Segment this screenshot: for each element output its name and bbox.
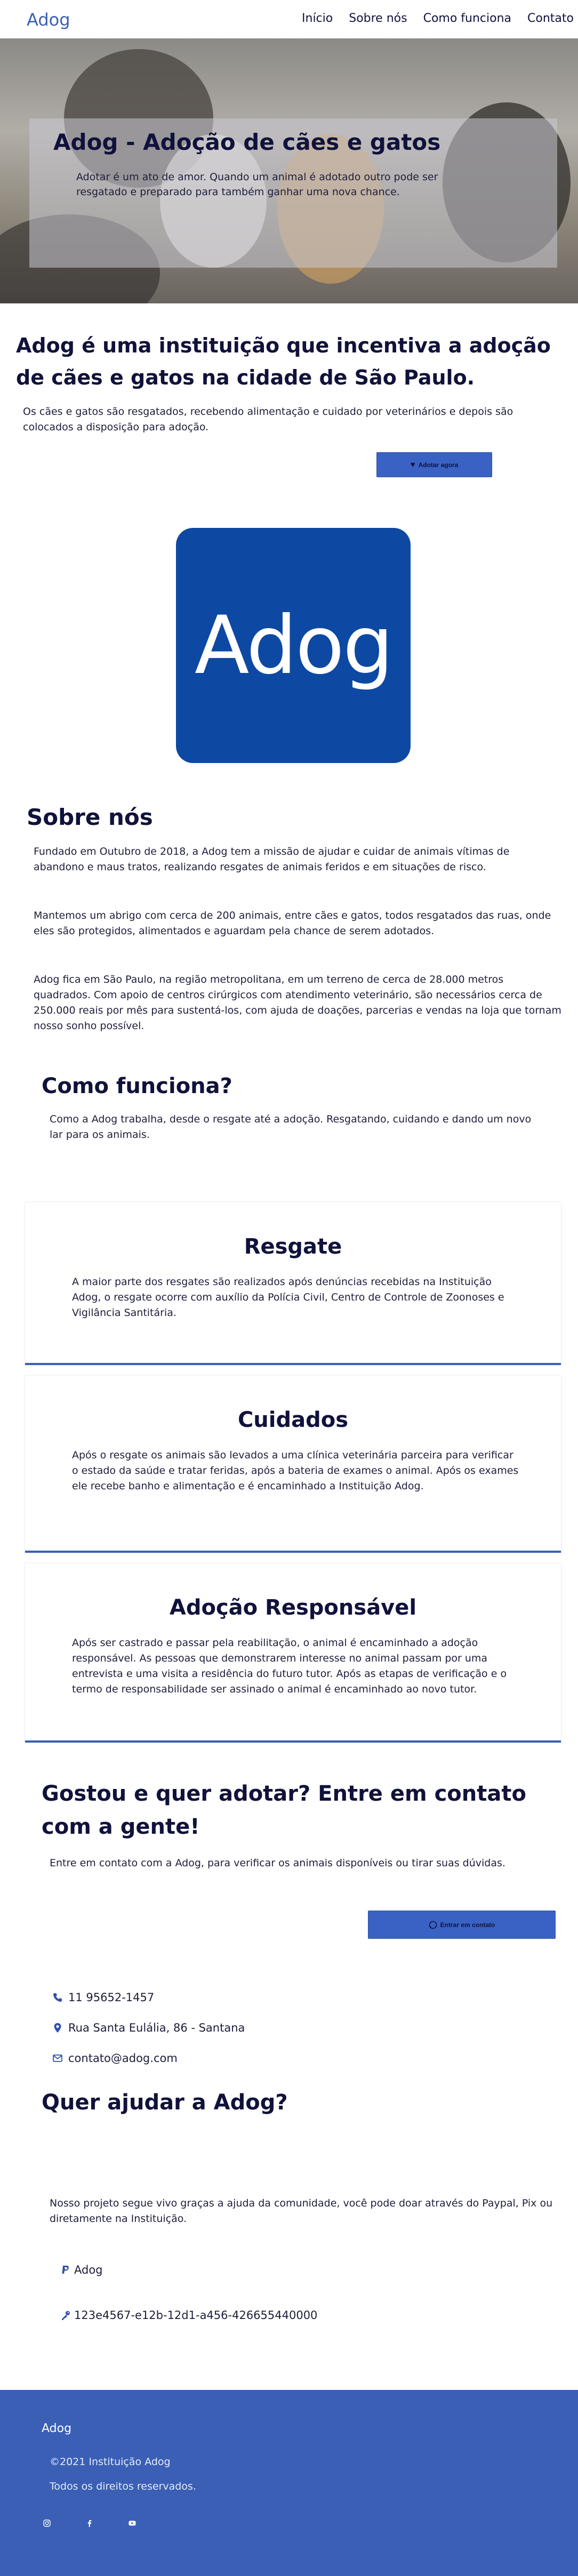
navbar: Adog Início Sobre nós Como funciona Cont… — [0, 0, 578, 38]
facebook-icon[interactable] — [84, 2518, 95, 2529]
location-icon — [54, 2023, 61, 2033]
intro-title: Adog é uma instituição que incentiva a a… — [16, 334, 551, 389]
card-title: Cuidados — [237, 1408, 349, 1432]
card-resgate: Resgate A maior parte dos resgates são r… — [25, 1202, 561, 1365]
card-text: Após o resgate os animais são levados a … — [72, 1449, 519, 1492]
hero-title: Adog - Adoção de cães e gatos — [53, 129, 441, 155]
nav-link-contato[interactable]: Contato — [527, 12, 574, 25]
intro-text: Os cães e gatos são resgatados, recebend… — [23, 406, 513, 433]
card-adocao-responsavel: Adoção Responsável Após ser castrado e p… — [25, 1563, 561, 1743]
contact-address-text: Rua Santa Eulália, 86 - Santana — [68, 2021, 245, 2034]
hero-text: Adotar é um ato de amor. Quando um anima… — [76, 171, 438, 198]
nav-links: Início Sobre nós Como funciona Contato — [302, 12, 574, 25]
ajudar-text: Nosso projeto segue vivo graças a ajuda … — [50, 2197, 553, 2225]
hero-banner: Adog - Adoção de cães e gatos Adotar é u… — [0, 38, 578, 303]
logo-text: Adog — [194, 599, 394, 692]
contato-text: Entre em contato com a Adog, para verifi… — [50, 1857, 505, 1869]
nav-link-sobre[interactable]: Sobre nós — [349, 12, 407, 25]
contato-title: Gostou e quer adotar? Entre em contato c… — [42, 1781, 526, 1839]
footer-copyright: ©2021 Instituição Adog — [50, 2456, 171, 2468]
como-funciona-title: Como funciona? — [42, 1074, 232, 1098]
como-funciona-text: Como a Adog trabalha, desde o resgate at… — [50, 1113, 532, 1141]
nav-link-inicio[interactable]: Início — [302, 12, 333, 25]
footer-rights: Todos os direitos reservados. — [50, 2481, 196, 2492]
card-title: Resgate — [244, 1234, 342, 1259]
card-text: Após ser castrado e passar pela reabilit… — [72, 1637, 507, 1695]
sobre-title: Sobre nós — [27, 804, 153, 830]
pix-key-text: 123e4567-e12b-12d1-a456-426655440000 — [74, 2309, 318, 2322]
paypal-icon — [62, 2266, 69, 2274]
contact-button-label: Entrar em contato — [440, 1921, 495, 1929]
adopt-now-button[interactable]: ♥ Adotar agora — [376, 452, 492, 477]
contact-address[interactable]: Rua Santa Eulália, 86 - Santana — [52, 2021, 245, 2034]
adopt-now-label: Adotar agora — [418, 461, 459, 469]
contact-email-text: contato@adog.com — [68, 2052, 178, 2065]
contact-phone[interactable]: 11 95652-1457 — [52, 1991, 154, 2004]
youtube-icon[interactable] — [127, 2518, 138, 2529]
footer-brand[interactable]: Adog — [42, 2422, 71, 2435]
contact-button[interactable]: Entrar em contato — [368, 1911, 556, 1939]
heart-icon: ♥ — [410, 460, 415, 469]
sobre-paragraph: Adog fica em São Paulo, na região metrop… — [34, 974, 561, 1032]
paypal-text: Adog — [74, 2264, 103, 2276]
key-icon — [62, 2311, 70, 2320]
instagram-icon[interactable] — [42, 2518, 52, 2529]
brand-logo[interactable]: Adog — [27, 10, 70, 30]
card-title: Adoção Responsável — [169, 1595, 417, 1620]
sobre-paragraph: Mantemos um abrigo com cerca de 200 anim… — [34, 910, 551, 937]
adog-logo: Adog — [176, 528, 411, 763]
contact-phone-text: 11 95652-1457 — [68, 1991, 155, 2004]
mail-icon — [53, 2055, 62, 2062]
card-cuidados: Cuidados Após o resgate os animais são l… — [25, 1376, 561, 1553]
footer: Adog ©2021 Instituição Adog Todos os dir… — [0, 2390, 578, 2576]
nav-link-como-funciona[interactable]: Como funciona — [423, 12, 511, 25]
footer-social-links — [42, 2518, 138, 2529]
pix-donation[interactable]: 123e4567-e12b-12d1-a456-426655440000 — [60, 2309, 317, 2322]
whatsapp-icon — [429, 1921, 437, 1929]
phone-icon — [53, 1993, 62, 2002]
paypal-donation[interactable]: Adog — [60, 2264, 103, 2276]
contact-email[interactable]: contato@adog.com — [52, 2052, 178, 2065]
card-text: A maior parte dos resgates são realizado… — [72, 1276, 504, 1319]
ajudar-title: Quer ajudar a Adog? — [42, 2090, 288, 2115]
sobre-paragraph: Fundado em Outubro de 2018, a Adog tem a… — [34, 846, 510, 873]
